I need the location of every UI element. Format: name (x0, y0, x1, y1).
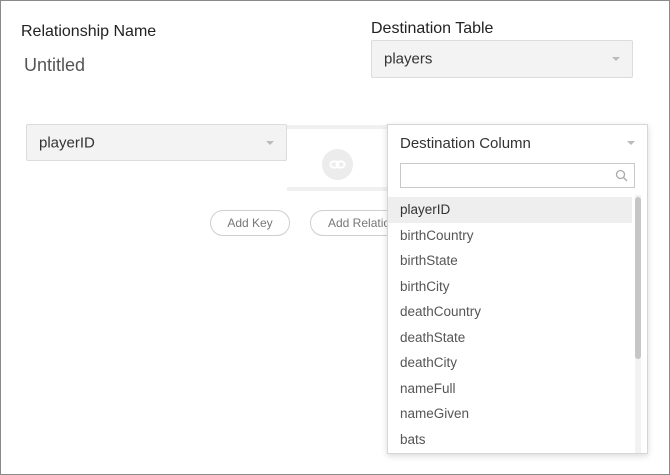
column-option[interactable]: bats (388, 427, 632, 453)
column-option[interactable]: birthCountry (388, 223, 632, 249)
scrollbar-thumb[interactable] (635, 197, 641, 359)
relationship-editor-panel: Relationship Name Untitled Destination T… (0, 0, 670, 475)
column-options-list: playerID birthCountry birthState birthCity d… (388, 197, 632, 452)
column-option[interactable]: playerID (388, 197, 632, 223)
destination-column-placeholder: Destination Column (400, 135, 531, 152)
destination-table-select[interactable]: players (371, 40, 633, 78)
destination-column-dropdown[interactable]: Destination Column playerID birthCountry b… (387, 124, 648, 454)
column-option[interactable]: nameFull (388, 376, 632, 402)
link-icon (322, 149, 353, 180)
column-option[interactable]: deathCountry (388, 299, 632, 325)
relationship-name-value[interactable]: Untitled (24, 55, 85, 76)
source-column-select[interactable]: playerID (26, 124, 287, 161)
chevron-down-icon (612, 57, 620, 61)
column-option[interactable]: deathCity (388, 350, 632, 376)
connector-line-top (287, 125, 389, 129)
destination-table-label: Destination Table (371, 20, 494, 37)
add-key-button[interactable]: Add Key (210, 210, 290, 236)
chevron-down-icon (266, 140, 274, 145)
source-column-value: playerID (39, 134, 95, 151)
destination-table-value: players (384, 50, 433, 68)
relationship-name-label: Relationship Name (21, 23, 157, 40)
chevron-down-icon (627, 141, 635, 145)
connector-line-bottom (287, 187, 389, 191)
column-search-field[interactable] (400, 163, 635, 188)
column-option[interactable]: nameGiven (388, 401, 632, 427)
destination-column-select[interactable]: Destination Column (388, 125, 647, 161)
column-search-input[interactable] (401, 164, 618, 187)
column-option[interactable]: birthState (388, 248, 632, 274)
search-icon (615, 169, 628, 182)
column-option[interactable]: deathState (388, 325, 632, 351)
column-option[interactable]: birthCity (388, 274, 632, 300)
